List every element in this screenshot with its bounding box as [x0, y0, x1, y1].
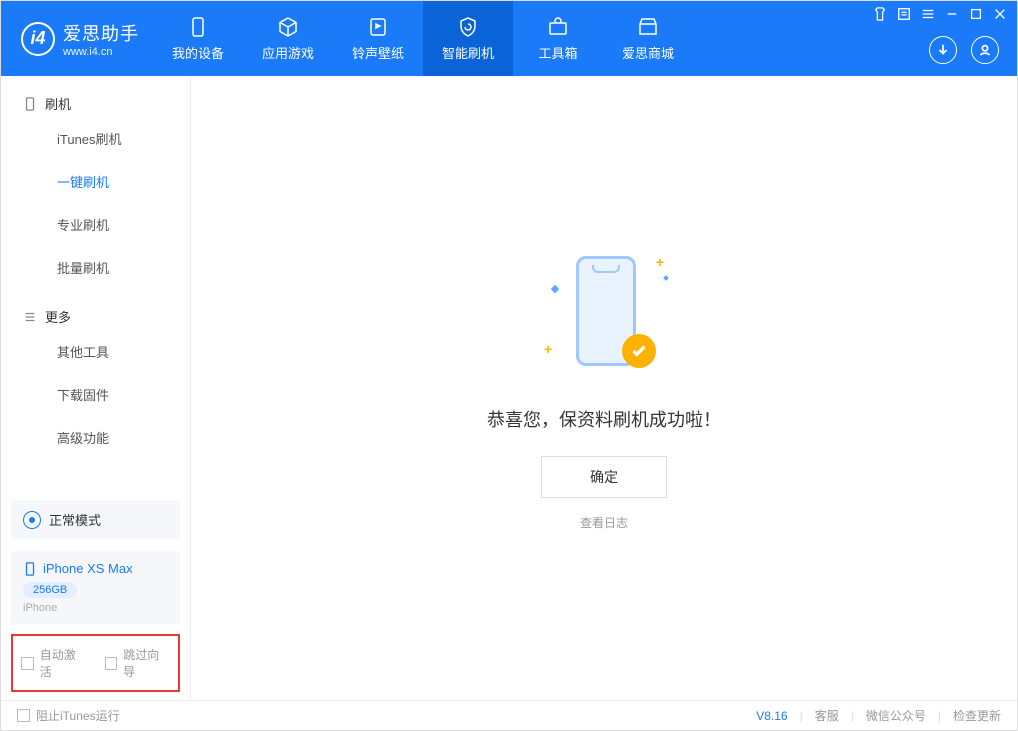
- user-icon: [978, 43, 992, 57]
- checkbox-icon: [21, 657, 34, 670]
- checkbox-icon: [17, 709, 30, 722]
- logo-area: i4 爱思助手 www.i4.cn: [1, 1, 153, 76]
- header-actions: [929, 36, 999, 64]
- checkmark-badge-icon: [622, 334, 656, 368]
- refresh-shield-icon: [456, 15, 480, 39]
- download-icon: [936, 43, 950, 57]
- device-name-row: iPhone XS Max: [23, 561, 168, 576]
- app-logo-icon: i4: [21, 22, 55, 56]
- app-header: i4 爱思助手 www.i4.cn 我的设备 应用游戏 铃声壁纸 智能刷机 工具…: [1, 1, 1017, 76]
- music-icon: [366, 15, 390, 39]
- plus-icon: +: [544, 341, 552, 357]
- mode-label: 正常模式: [49, 510, 101, 529]
- app-body: 刷机 iTunes刷机 一键刷机 专业刷机 批量刷机 更多 其他工具 下载固件 …: [1, 76, 1017, 700]
- phone-icon: [23, 562, 37, 576]
- wechat-link[interactable]: 微信公众号: [866, 707, 926, 724]
- checkbox-icon: [105, 657, 118, 670]
- checkbox-block-itunes[interactable]: 阻止iTunes运行: [17, 707, 120, 724]
- nav-flash[interactable]: 智能刷机: [423, 1, 513, 76]
- checkbox-label: 自动激活: [40, 646, 87, 680]
- main-content: + + 恭喜您，保资料刷机成功啦！ 确定 查看日志: [191, 76, 1017, 700]
- sidebar-group-more: 更多: [1, 289, 190, 330]
- check-update-link[interactable]: 检查更新: [953, 707, 1001, 724]
- nav-store[interactable]: 爱思商城: [603, 1, 693, 76]
- user-button[interactable]: [971, 36, 999, 64]
- checkbox-auto-activate[interactable]: 自动激活: [21, 646, 87, 680]
- support-link[interactable]: 客服: [815, 707, 839, 724]
- sidebar-item-other-tools[interactable]: 其他工具: [1, 330, 190, 373]
- success-message: 恭喜您，保资料刷机成功啦！: [487, 406, 721, 432]
- phone-icon: [23, 97, 37, 111]
- nav-label: 智能刷机: [442, 43, 494, 62]
- sidebar-spacer: [1, 459, 190, 494]
- view-log-link[interactable]: 查看日志: [580, 514, 628, 531]
- nav-label: 铃声壁纸: [352, 43, 404, 62]
- checkbox-skip-guide[interactable]: 跳过向导: [105, 646, 171, 680]
- minimize-icon[interactable]: [945, 7, 959, 21]
- nav-my-device[interactable]: 我的设备: [153, 1, 243, 76]
- menu-icon[interactable]: [921, 7, 935, 21]
- sparkle-icon: [663, 275, 669, 281]
- device-capacity: 256GB: [23, 582, 77, 598]
- separator: |: [851, 709, 854, 723]
- sidebar-item-itunes-flash[interactable]: iTunes刷机: [1, 117, 190, 160]
- window-controls: [873, 7, 1007, 21]
- sidebar-item-batch-flash[interactable]: 批量刷机: [1, 246, 190, 289]
- status-bar: 阻止iTunes运行 V8.16 | 客服 | 微信公众号 | 检查更新: [1, 700, 1017, 730]
- sidebar-item-advanced[interactable]: 高级功能: [1, 416, 190, 459]
- close-icon[interactable]: [993, 7, 1007, 21]
- nav-label: 爱思商城: [622, 43, 674, 62]
- sidebar-group-flash: 刷机: [1, 76, 190, 117]
- main-nav: 我的设备 应用游戏 铃声壁纸 智能刷机 工具箱 爱思商城: [153, 1, 693, 76]
- device-icon: [186, 15, 210, 39]
- nav-label: 工具箱: [538, 43, 577, 62]
- store-icon: [636, 15, 660, 39]
- nav-apps[interactable]: 应用游戏: [243, 1, 333, 76]
- device-type: iPhone: [23, 602, 168, 614]
- nav-label: 我的设备: [172, 43, 224, 62]
- nav-label: 应用游戏: [262, 43, 314, 62]
- separator: |: [938, 709, 941, 723]
- maximize-icon[interactable]: [969, 7, 983, 21]
- check-icon: [630, 342, 648, 360]
- mode-icon: [23, 511, 41, 529]
- version-label[interactable]: V8.16: [756, 709, 787, 723]
- sidebar-item-pro-flash[interactable]: 专业刷机: [1, 203, 190, 246]
- sidebar: 刷机 iTunes刷机 一键刷机 专业刷机 批量刷机 更多 其他工具 下载固件 …: [1, 76, 191, 700]
- sidebar-item-onekey-flash[interactable]: 一键刷机: [1, 160, 190, 203]
- sparkle-icon: [551, 284, 559, 292]
- footer-right: V8.16 | 客服 | 微信公众号 | 检查更新: [756, 707, 1001, 724]
- success-illustration: + +: [534, 246, 674, 386]
- shirt-icon[interactable]: [873, 7, 887, 21]
- cube-icon: [276, 15, 300, 39]
- sidebar-item-download-firmware[interactable]: 下载固件: [1, 373, 190, 416]
- ok-button[interactable]: 确定: [541, 456, 667, 498]
- list-icon[interactable]: [897, 7, 911, 21]
- device-name: iPhone XS Max: [43, 561, 133, 576]
- device-mode-card[interactable]: 正常模式: [11, 500, 180, 539]
- device-info-card[interactable]: iPhone XS Max 256GB iPhone: [11, 551, 180, 624]
- app-title: 爱思助手: [63, 20, 139, 46]
- options-row: 自动激活 跳过向导: [11, 634, 180, 692]
- separator: |: [800, 709, 803, 723]
- download-button[interactable]: [929, 36, 957, 64]
- group-title: 更多: [45, 307, 71, 326]
- list-icon: [23, 310, 37, 324]
- nav-ringtones[interactable]: 铃声壁纸: [333, 1, 423, 76]
- plus-icon: +: [656, 254, 664, 270]
- checkbox-label: 阻止iTunes运行: [36, 707, 120, 724]
- logo-text: 爱思助手 www.i4.cn: [63, 20, 139, 58]
- group-title: 刷机: [45, 94, 71, 113]
- checkbox-label: 跳过向导: [123, 646, 170, 680]
- nav-toolbox[interactable]: 工具箱: [513, 1, 603, 76]
- app-subtitle: www.i4.cn: [63, 46, 139, 58]
- toolbox-icon: [546, 15, 570, 39]
